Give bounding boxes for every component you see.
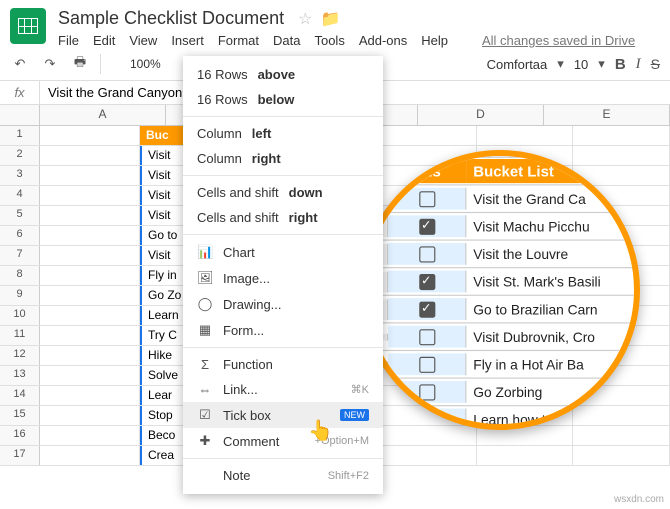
save-status[interactable]: All changes saved in Drive — [482, 33, 635, 48]
drawing-icon: ◯ — [197, 296, 213, 312]
form-icon: ▦ — [197, 322, 213, 338]
row-header[interactable]: 13 — [0, 366, 40, 385]
insert-menu-dropdown: 16 Rows above 16 Rows below Column left … — [183, 56, 383, 494]
row-header[interactable]: 7 — [0, 246, 40, 265]
row-header[interactable]: 5 — [0, 206, 40, 225]
row-header[interactable]: 3 — [0, 166, 40, 185]
bucket-header: Bucket List — [466, 159, 640, 183]
insert-comment[interactable]: ✚Comment+Option+M — [183, 428, 383, 454]
divider — [183, 116, 383, 117]
zoom-level[interactable]: 100% — [130, 57, 161, 71]
folder-icon[interactable]: 📁 — [320, 9, 340, 29]
menu-bar: File Edit View Insert Format Data Tools … — [58, 33, 635, 48]
insert-note[interactable]: NoteShift+F2 — [183, 463, 383, 488]
row-header[interactable]: 11 — [0, 326, 40, 345]
menu-tools[interactable]: Tools — [314, 33, 344, 48]
font-size[interactable]: 10 — [574, 57, 588, 72]
italic-button[interactable]: I — [636, 56, 641, 73]
divider — [183, 175, 383, 176]
insert-function[interactable]: ΣFunction — [183, 352, 383, 377]
list-item[interactable]: Go Zorbing — [466, 382, 640, 403]
insert-tickbox[interactable]: ☑Tick boxNEW — [183, 402, 383, 428]
list-item[interactable]: Fly in a Hot Air Ba — [466, 354, 640, 375]
select-all-corner[interactable] — [0, 105, 40, 125]
menu-edit[interactable]: Edit — [93, 33, 115, 48]
insert-chart[interactable]: 📊Chart — [183, 239, 383, 265]
col-header-a[interactable]: A — [40, 105, 166, 125]
pointer-cursor-icon: 👆 — [308, 418, 333, 443]
insert-column-right[interactable]: Column right — [183, 146, 383, 171]
document-title[interactable]: Sample Checklist Document — [58, 8, 284, 29]
row-header[interactable]: 17 — [0, 446, 40, 465]
fx-label: fx — [0, 81, 40, 104]
watermark: wsxdn.com — [614, 494, 664, 505]
checkbox-icon[interactable] — [419, 219, 435, 235]
insert-link[interactable]: ⇔Link...⌘K — [183, 377, 383, 402]
checkbox-icon[interactable] — [419, 192, 435, 208]
divider — [183, 458, 383, 459]
insert-cells-shift-right[interactable]: Cells and shift right — [183, 205, 383, 230]
list-item[interactable]: Visit Machu Picchu — [466, 216, 640, 237]
insert-rows-below[interactable]: 16 Rows below — [183, 87, 383, 112]
insert-image[interactable]: 🖼Image... — [183, 265, 383, 291]
bold-button[interactable]: B — [615, 56, 626, 73]
row-header[interactable]: 14 — [0, 386, 40, 405]
list-item[interactable]: Visit the Louvre — [466, 244, 640, 265]
comment-icon: ✚ — [197, 433, 213, 449]
link-icon: ⇔ — [197, 382, 213, 397]
checkbox-icon[interactable] — [419, 330, 435, 346]
row-header[interactable]: 16 — [0, 426, 40, 445]
insert-drawing[interactable]: ◯Drawing... — [183, 291, 383, 317]
row-header[interactable]: 8 — [0, 266, 40, 285]
insert-form[interactable]: ▦Form... — [183, 317, 383, 343]
function-icon: Σ — [197, 357, 213, 372]
checkbox-icon[interactable] — [419, 247, 435, 263]
menu-addons[interactable]: Add-ons — [359, 33, 407, 48]
redo-icon[interactable]: ↷ — [40, 54, 60, 74]
row-header[interactable]: 4 — [0, 186, 40, 205]
row-header[interactable]: 15 — [0, 406, 40, 425]
row-header[interactable]: 9 — [0, 286, 40, 305]
menu-file[interactable]: File — [58, 33, 79, 48]
menu-help[interactable]: Help — [421, 33, 448, 48]
checkbox-icon[interactable] — [419, 357, 435, 373]
checkbox-icon[interactable] — [419, 385, 435, 401]
divider — [100, 54, 120, 74]
print-icon[interactable]: 🖶 — [70, 54, 90, 74]
row-header[interactable]: 1 — [0, 126, 40, 145]
star-icon[interactable]: ☆ — [298, 9, 312, 29]
list-item[interactable]: Visit St. Mark's Basili — [466, 271, 640, 292]
sheets-logo — [10, 8, 46, 44]
menu-format[interactable]: Format — [218, 33, 259, 48]
row-header[interactable]: 2 — [0, 146, 40, 165]
strike-button[interactable]: S — [651, 56, 660, 72]
col-header-e[interactable]: E — [544, 105, 670, 125]
checkbox-icon[interactable] — [419, 302, 435, 318]
insert-rows-above[interactable]: 16 Rows above — [183, 62, 383, 87]
insert-column-left[interactable]: Column left — [183, 121, 383, 146]
image-icon: 🖼 — [197, 270, 213, 286]
row-header[interactable]: 6 — [0, 226, 40, 245]
menu-view[interactable]: View — [129, 33, 157, 48]
menu-data[interactable]: Data — [273, 33, 300, 48]
undo-icon[interactable]: ↶ — [10, 54, 30, 74]
checkbox-icon: ☑ — [197, 407, 213, 423]
divider — [183, 347, 383, 348]
chart-icon: 📊 — [197, 244, 213, 260]
insert-cells-shift-down[interactable]: Cells and shift down — [183, 180, 383, 205]
magnifier-annotation: A StatusBucket List Visit the Grand Ca 3… — [360, 150, 640, 430]
font-picker[interactable]: Comfortaa — [487, 57, 548, 72]
list-item[interactable]: Go to Brazilian Carn — [466, 299, 640, 320]
row-header[interactable]: 10 — [0, 306, 40, 325]
list-item[interactable]: Visit Dubrovnik, Cro — [466, 326, 640, 347]
checkbox-icon[interactable] — [419, 274, 435, 290]
col-header-d[interactable]: D — [418, 105, 544, 125]
menu-insert[interactable]: Insert — [171, 33, 204, 48]
status-header: Status — [388, 159, 466, 183]
row-header[interactable]: 12 — [0, 346, 40, 365]
divider — [183, 234, 383, 235]
list-item[interactable]: Visit the Grand Ca — [466, 188, 640, 209]
